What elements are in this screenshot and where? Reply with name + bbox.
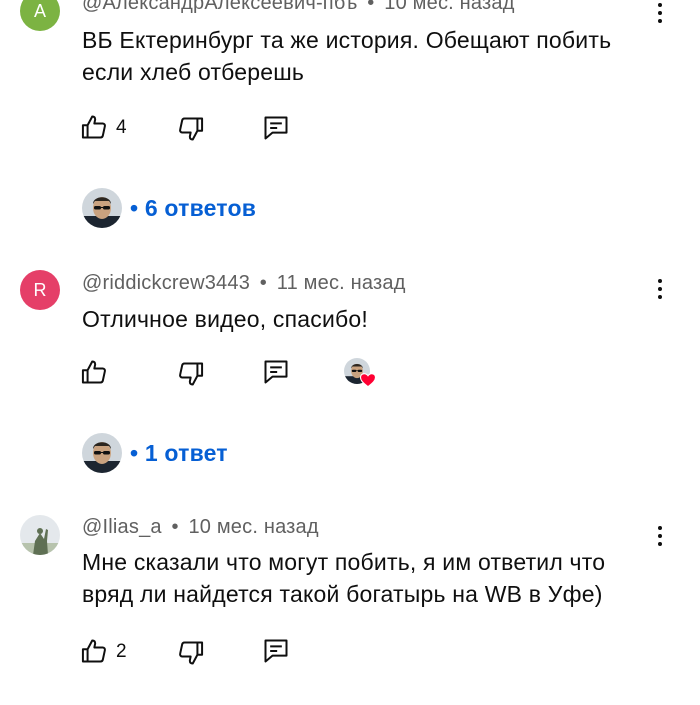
comment-text-line: ВБ Ектеринбург та же история. Обещают по… (82, 27, 612, 53)
more-vert-icon[interactable] (650, 0, 670, 28)
dislike-icon[interactable] (177, 360, 205, 388)
comment-text: Отличное видео, спасибо! (82, 303, 368, 335)
more-vert-icon[interactable] (650, 521, 670, 551)
comment-time: 10 мес. назад (384, 0, 515, 14)
replies-count[interactable]: • 1 ответ (130, 440, 228, 467)
like-icon[interactable] (80, 358, 108, 386)
comment-time: 10 мес. назад (188, 516, 319, 538)
author-name[interactable]: @Ilias_a (82, 516, 162, 538)
reply-icon[interactable] (262, 637, 290, 665)
replies-count[interactable]: • 6 ответов (130, 195, 256, 222)
like-count: 2 (116, 641, 127, 662)
reply-icon[interactable] (262, 358, 290, 386)
comment-text-line: если хлеб отберешь (82, 59, 305, 85)
comment-meta: @Ilias_a • 10 мес. назад (82, 516, 319, 539)
author-name[interactable]: @АлександрАлексеевич-пбъ (82, 0, 358, 14)
separator: • (367, 0, 375, 14)
avatar-letter: A (33, 0, 46, 21)
comment-meta: @riddickcrew3443 • 11 мес. назад (82, 272, 406, 295)
creator-heart-icon (359, 373, 377, 388)
comment-text-line: Мне сказали что могут побить, я им ответ… (82, 549, 606, 575)
comment-meta: @АлександрАлексеевич-пбъ • 10 мес. назад (82, 0, 515, 15)
replies-toggle[interactable]: • 1 ответ (82, 433, 228, 473)
separator: • (171, 516, 179, 538)
comment-text: Мне сказали что могут побить, я им ответ… (82, 546, 605, 610)
creator-avatar (82, 188, 122, 228)
avatar-letter: R (33, 279, 47, 300)
creator-heart (344, 358, 380, 390)
comment-text: ВБ Ектеринбург та же история. Обещают по… (82, 24, 611, 88)
comment-text-line: вряд ли найдется такой богатырь на WB в … (82, 581, 603, 607)
comment-time: 11 мес. назад (276, 272, 406, 294)
separator: • (259, 272, 267, 294)
avatar[interactable] (20, 515, 60, 555)
reply-icon[interactable] (262, 114, 290, 142)
comment-text-line: Отличное видео, спасибо! (82, 306, 368, 332)
like-count: 4 (116, 117, 127, 138)
like-icon[interactable] (80, 113, 108, 141)
like-icon[interactable] (80, 637, 108, 665)
more-vert-icon[interactable] (650, 274, 670, 304)
avatar[interactable]: A (20, 0, 60, 31)
dislike-icon[interactable] (177, 639, 205, 667)
replies-toggle[interactable]: • 6 ответов (82, 188, 256, 228)
dislike-icon[interactable] (177, 115, 205, 143)
creator-avatar (82, 433, 122, 473)
author-name[interactable]: @riddickcrew3443 (82, 272, 250, 294)
avatar[interactable]: R (20, 270, 60, 310)
